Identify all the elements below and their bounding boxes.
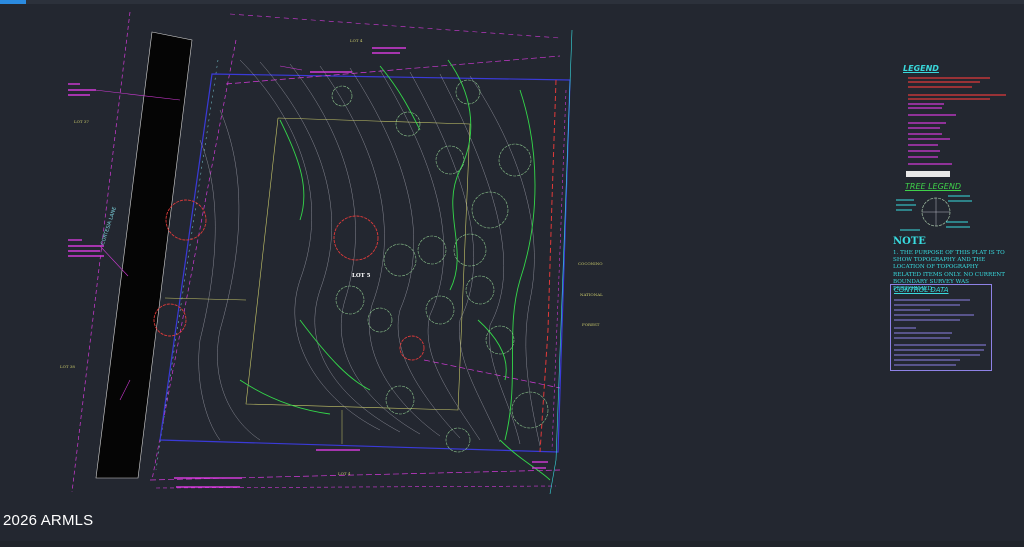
cyan-line (549, 29, 573, 495)
forest-label-1: COCONINO (578, 261, 603, 266)
forest-label-3: FOREST (582, 322, 600, 327)
contours (198, 59, 541, 447)
tree-legend-title: TREE LEGEND (905, 182, 962, 191)
legend-title: LEGEND (903, 64, 939, 73)
adjacent-lot-north: LOT 4 (350, 38, 363, 43)
street-strip (95, 31, 193, 479)
trees (331, 79, 549, 453)
control-data-box (890, 284, 992, 371)
site-plan-drawing (68, 11, 1006, 495)
adjacent-lot-west-lower: LOT 38 (60, 364, 75, 369)
note-title: NOTE (893, 236, 926, 247)
lot-label: LOT 5 (352, 273, 371, 279)
forest-label-2: NATIONAL (580, 292, 603, 297)
bottom-bar (0, 541, 1024, 547)
adjacent-lot-west-upper: LOT 37 (74, 119, 89, 124)
drainage-easement (225, 55, 561, 85)
north-dash (229, 13, 561, 39)
watermark: 2026 ARMLS (3, 512, 94, 529)
setback-left (164, 297, 247, 301)
legend-panel (896, 77, 1006, 231)
property-boundary (159, 73, 571, 453)
adjacent-lot-south: LOT 4 (338, 471, 351, 476)
control-data-title: CONTROL DATA (894, 286, 949, 294)
fence-line (539, 79, 557, 453)
pavement-swatch (906, 171, 950, 177)
trees-highlighted (153, 199, 425, 361)
